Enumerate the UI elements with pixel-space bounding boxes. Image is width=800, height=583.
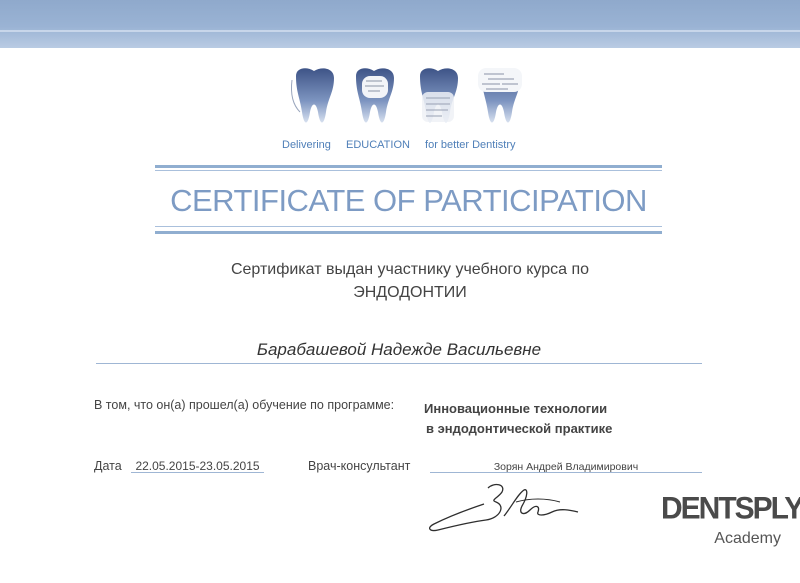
program-line-1: Инновационные технологии — [424, 401, 608, 416]
title-bottom-rule — [155, 231, 662, 234]
program-line-2: в эндодонтической практике — [426, 421, 613, 436]
top-band-line — [0, 30, 800, 32]
tooth-icon — [478, 68, 522, 123]
tooth-icon — [356, 68, 394, 123]
title-bottom-rule-thin — [155, 226, 662, 227]
issued-text: Сертификат выдан участнику учебного курс… — [230, 261, 590, 278]
signature — [428, 483, 579, 532]
tagline-part: Delivering — [282, 139, 331, 151]
tagline: Delivering EDUCATION for better Dentistr… — [282, 139, 522, 151]
date-value: 22.05.2015-23.05.2015 — [135, 459, 260, 473]
top-band — [0, 0, 800, 48]
tooth-icon — [291, 68, 334, 123]
brand-logo: DENTSPLY — [661, 491, 800, 526]
program-name: Инновационные технологии в эндодонтическ… — [424, 399, 612, 439]
program-label: В том, что он(а) прошел(а) обучение по п… — [94, 398, 395, 412]
recipient-underline — [96, 363, 702, 364]
tagline-part: for better Dentistry — [425, 139, 516, 151]
tooth-icon — [420, 68, 458, 123]
issued-statement: Сертификат выдан участнику учебного курс… — [120, 258, 700, 304]
title-top-rule — [155, 165, 662, 168]
title-top-rule-thin — [155, 170, 662, 171]
brand-subtitle: Academy — [714, 530, 781, 547]
certificate-title: CERTIFICATE OF PARTICIPATION — [170, 183, 647, 218]
recipient-name: Барабашевой Надежде Васильевне — [256, 340, 542, 359]
doctor-label: Врач-консультант — [308, 459, 411, 473]
course-name: ЭНДОДОНТИИ — [353, 284, 467, 301]
tagline-part: EDUCATION — [345, 139, 410, 151]
doctor-underline — [430, 472, 702, 473]
teeth-logo — [291, 68, 522, 123]
date-label: Дата — [94, 459, 122, 473]
date-underline — [131, 472, 264, 473]
